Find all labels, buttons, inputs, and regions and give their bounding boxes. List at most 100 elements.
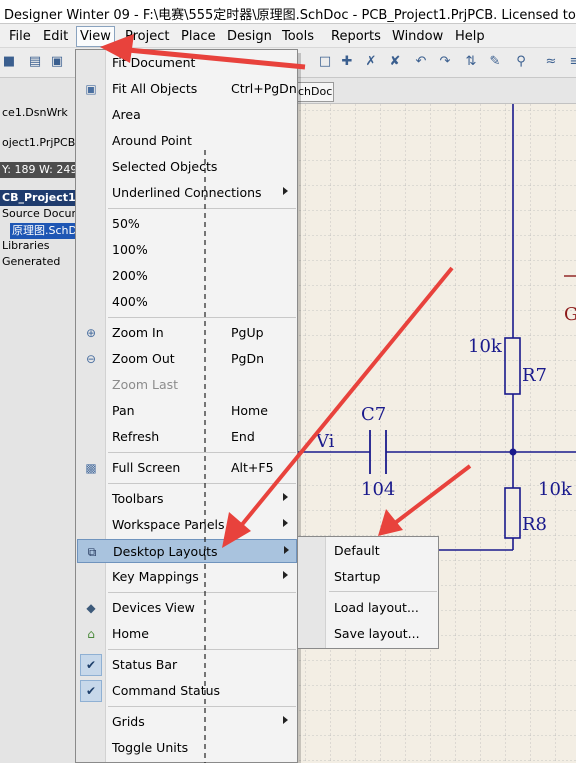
submenu-arrow-icon xyxy=(283,493,288,501)
submenu-item-label: Default xyxy=(334,543,380,558)
menu-reports[interactable]: Reports xyxy=(328,27,384,46)
menu-view[interactable]: View xyxy=(76,26,115,47)
menu-item-shortcut: Ctrl+PgDn xyxy=(231,81,297,96)
hierarchy-icon[interactable]: ⇅ xyxy=(462,53,480,71)
menu-item-area[interactable]: Area xyxy=(77,103,297,127)
menu-item-zoom-out[interactable]: ⊖ Zoom Out PgDn xyxy=(77,347,297,371)
r7-designator: R7 xyxy=(522,365,547,386)
menu-tools[interactable]: Tools xyxy=(279,27,317,46)
r8-value: 10k xyxy=(538,479,573,500)
menu-item-label: Fit Document xyxy=(112,55,196,70)
menu-item-label: Zoom Last xyxy=(112,377,179,392)
projects-panel: ce1.DsnWrk oject1.PrjPCB CB_Project1.P S… xyxy=(0,78,76,763)
submenu-item-default[interactable]: Default xyxy=(299,538,439,562)
menu-item-toggle-units[interactable]: Toggle Units xyxy=(77,736,297,760)
menu-item-zoom-200[interactable]: 200% xyxy=(77,264,297,288)
menu-item-label: 400% xyxy=(112,294,148,309)
undo-icon[interactable]: ↶ xyxy=(412,53,430,71)
menu-item-underlined-connections[interactable]: Underlined Connections xyxy=(77,181,297,205)
select-area-icon[interactable]: □ xyxy=(316,53,334,71)
menu-file[interactable]: File xyxy=(6,27,34,46)
libraries-folder[interactable]: Libraries xyxy=(0,239,75,252)
menu-window[interactable]: Window xyxy=(389,27,446,46)
menu-design[interactable]: Design xyxy=(224,27,275,46)
menu-item-label: Key Mappings xyxy=(112,569,199,584)
save-icon[interactable]: ■ xyxy=(0,53,18,71)
menu-item-label: Desktop Layouts xyxy=(113,544,218,559)
menu-bar: File Edit View Project Place Design Tool… xyxy=(0,24,576,48)
menu-item-status-bar[interactable]: ✔ Status Bar xyxy=(77,653,297,677)
menu-item-fit-document[interactable]: Fit Document xyxy=(77,51,297,75)
submenu-item-load-layout[interactable]: Load layout... xyxy=(299,595,439,619)
menu-item-toolbars[interactable]: Toolbars xyxy=(77,487,297,511)
menu-item-key-mappings[interactable]: Key Mappings xyxy=(77,565,297,589)
redo-icon[interactable]: ↷ xyxy=(436,53,454,71)
menu-edit[interactable]: Edit xyxy=(40,27,71,46)
menu-item-label: Toggle Units xyxy=(112,740,189,755)
zoom-out-icon: ⊖ xyxy=(85,352,97,366)
menu-item-full-screen[interactable]: ▩ Full Screen Alt+F5 xyxy=(77,456,297,480)
menu-item-shortcut: Home xyxy=(231,403,268,418)
menu-item-label: Selected Objects xyxy=(112,159,218,174)
workspace-item[interactable]: ce1.DsnWrk xyxy=(0,106,75,119)
generated-folder[interactable]: Generated xyxy=(0,255,75,268)
menu-item-label: Workspace Panels xyxy=(112,517,225,532)
menu-item-zoom-50[interactable]: 50% xyxy=(77,212,297,236)
menu-item-pan[interactable]: Pan Home xyxy=(77,399,297,423)
ground-label: G xyxy=(564,304,576,325)
menu-item-refresh[interactable]: Refresh End xyxy=(77,425,297,449)
menu-separator xyxy=(108,452,296,453)
menu-project[interactable]: Project xyxy=(122,27,172,46)
submenu-item-label: Startup xyxy=(334,569,381,584)
submenu-separator xyxy=(329,591,437,592)
menu-item-home[interactable]: ⌂ Home xyxy=(77,622,297,646)
menu-item-desktop-layouts[interactable]: ⧉ Desktop Layouts xyxy=(77,539,297,563)
menu-item-label: Underlined Connections xyxy=(112,185,262,200)
c7-value: 104 xyxy=(361,479,395,500)
desktop-layouts-icon: ⧉ xyxy=(87,545,97,559)
submenu-item-label: Save layout... xyxy=(334,626,420,641)
bus-icon[interactable]: ≡ xyxy=(566,53,576,71)
r7-value: 10k xyxy=(468,336,503,357)
menu-item-grids[interactable]: Grids xyxy=(77,710,297,734)
menu-item-shortcut: PgDn xyxy=(231,351,265,366)
submenu-item-startup[interactable]: Startup xyxy=(299,564,439,588)
schdoc-tree-item[interactable]: 原理图.SchD xyxy=(10,223,75,239)
submenu-item-save-layout[interactable]: Save layout... xyxy=(299,621,439,645)
menu-item-zoom-400[interactable]: 400% xyxy=(77,290,297,314)
menu-item-fit-all-objects[interactable]: ▣ Fit All Objects Ctrl+PgDn xyxy=(77,77,297,101)
wire-junction xyxy=(509,448,517,456)
menu-item-devices-view[interactable]: ◆ Devices View xyxy=(77,596,297,620)
r8-designator: R8 xyxy=(522,514,547,535)
deselect-icon[interactable]: ✘ xyxy=(386,53,404,71)
inspect-icon[interactable]: ⚲ xyxy=(512,53,530,71)
menu-item-label: Devices View xyxy=(112,600,195,615)
menu-item-label: Home xyxy=(112,626,149,641)
project-item[interactable]: oject1.PrjPCB xyxy=(0,136,75,149)
menu-item-around-point[interactable]: Around Point xyxy=(77,129,297,153)
menu-item-zoom-100[interactable]: 100% xyxy=(77,238,297,262)
move-icon[interactable]: ✚ xyxy=(338,53,356,71)
cross-select-icon[interactable]: ✗ xyxy=(362,53,380,71)
menu-item-selected-objects[interactable]: Selected Objects xyxy=(77,155,297,179)
menu-item-zoom-last: Zoom Last xyxy=(77,373,297,397)
project-tree-root[interactable]: CB_Project1.P xyxy=(0,190,75,206)
menu-separator xyxy=(108,649,296,650)
submenu-arrow-icon xyxy=(283,519,288,527)
menu-item-label: Command Status xyxy=(112,683,221,698)
menu-place[interactable]: Place xyxy=(178,27,219,46)
wire-icon[interactable]: ≈ xyxy=(542,53,560,71)
print-preview-icon[interactable]: ▣ xyxy=(48,53,66,71)
menu-item-zoom-in[interactable]: ⊕ Zoom In PgUp xyxy=(77,321,297,345)
menu-item-workspace-panels[interactable]: Workspace Panels xyxy=(77,513,297,537)
pen-icon[interactable]: ✎ xyxy=(486,53,504,71)
print-icon[interactable]: ▤ xyxy=(26,53,44,71)
menu-item-label: 200% xyxy=(112,268,148,283)
menu-help[interactable]: Help xyxy=(452,27,488,46)
window-title: Designer Winter 09 - F:\电赛\555定时器\原理图.Sc… xyxy=(4,8,576,23)
menu-item-command-status[interactable]: ✔ Command Status xyxy=(77,679,297,703)
submenu-arrow-icon xyxy=(283,571,288,579)
checkmark-icon: ✔ xyxy=(80,680,102,702)
source-documents-folder[interactable]: Source Documents xyxy=(0,207,75,220)
window-title-bar: Designer Winter 09 - F:\电赛\555定时器\原理图.Sc… xyxy=(0,0,576,24)
